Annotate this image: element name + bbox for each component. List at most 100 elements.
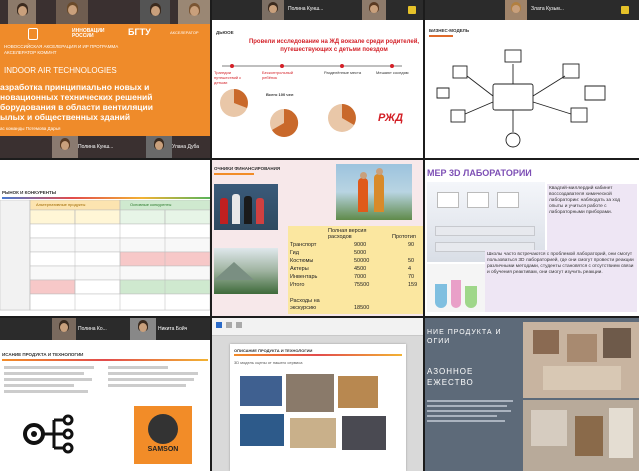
program-line: АКСЕЛЕРАТОР КОМИНТ [4,50,57,55]
step-label: Разделённые места [324,70,362,75]
finance-row-full: 50000 [354,258,370,264]
participant-name: Полина Ко... [78,326,107,332]
finance-row-label: Актеры [290,266,309,272]
webcam-feed [140,0,170,24]
team-line: ас команды Потемова Дарья [0,126,61,131]
finance-row-label: Костюмы [290,258,314,264]
webcam-feed [52,136,78,158]
bullet-list [4,366,100,406]
participant-tile-3[interactable]: Злата Кузьм... БИЗНЕС-МОДЕЛЬ [425,0,639,158]
camera-indicator-icon [408,6,416,14]
camera-strip: Полина Кунш... Улана Дуба [0,136,210,158]
lab-description: Квадгий-миллердий кабинет воссоздавателя… [547,184,637,250]
flask-image [427,264,485,312]
stat-label: Всего 100 чел [266,92,294,97]
photo-hikers [336,164,412,220]
camera-strip [0,0,210,24]
photo-dancers [214,184,278,230]
header-accent-bar [2,359,208,361]
header-accent-bar [2,197,210,199]
lab-problem: Школы часто встречаются с проблемой лабо… [485,250,637,312]
camera-strip: Злата Кузьм... [425,0,639,20]
participant-name: Полина Кунш... [288,6,324,12]
slide-canvas: ОПИСАНИЕ ПРОДУКТА И ТЕХНОЛОГИИ 3D модель… [230,344,406,471]
slide-header: БИЗНЕС-МОДЕЛЬ [429,28,470,33]
accelerator-logo: АКСЕЛЕРАТОР [170,30,199,35]
step-label: Трагедии путешествий с детьми [214,70,242,85]
finance-row-label: Транспорт [290,242,317,248]
slide-subtitle: 3D модель сцены от нашего сервиса [234,360,303,365]
finance-row-full: 75500 [354,282,370,288]
participant-name: Никита Бойч [158,326,188,332]
program-line: НОВОССИЙСКАЯ АКСЕЛЕРАЦИЯ И ИР ПРОГРАММА [4,44,119,49]
scene-render [338,376,378,408]
column-header: Альтернативные продукты [36,202,86,207]
architecture-render [523,322,639,398]
slide-header: МЕР 3D ЛАБОРАТОРИИ [427,168,532,178]
scene-render [240,376,282,406]
participant-name: Злата Кузьм... [531,6,564,12]
participant-tile-4[interactable]: РЫНОК И КОНКУРЕНТЫ Альтернативные продук… [0,160,210,316]
column-header: Основные конкуренты [130,202,172,207]
competitor-table [0,200,210,311]
scene-render [286,374,334,412]
samson-logo: SAMSON [134,406,192,464]
bullet-list [108,366,204,406]
bgtu-logo: БГТУ [128,27,151,37]
business-model-diagram [436,49,606,148]
camera-strip: Полина Кунш... [212,0,423,20]
participant-tile-1[interactable]: ИННОВАЦИИ РОССИИ БГТУ АКСЕЛЕРАТОР НОВОСС… [0,0,210,158]
finance-row-label: Инвентарь [290,274,318,280]
slide-logo-bar: ИННОВАЦИИ РОССИИ БГТУ АКСЕЛЕРАТОР [20,26,210,42]
webcam-feed [8,0,36,24]
participant-tile-7[interactable]: Полина Ко... Никита Бойч ИСАНИЕ ПРОДУКТА… [0,318,210,471]
participant-tile-2[interactable]: Полина Кунш... ДЬЮОЕ Провели исследовани… [212,0,423,158]
participant-tile-6[interactable]: МЕР 3D ЛАБОРАТОРИИ Квадгий-миллердий каб… [425,160,639,316]
participant-tile-8[interactable]: ОПИСАНИЕ ПРОДУКТА И ТЕХНОЛОГИИ 3D модель… [212,318,423,471]
step-label: Бесконтрольный ребёнок [262,70,294,80]
editor-toolbar [212,318,423,336]
scene-render [290,418,336,448]
slide-header: ИСАНИЕ ПРОДУКТА И ТЕХНОЛОГИИ [2,352,84,357]
participant-tile-9[interactable]: НИЕ ПРОДУКТА И ОГИИ АЗОННОЕ ЕЖЕСТВО [425,318,639,471]
finance-row-proto: 70 [408,274,415,280]
header-accent-bar [234,354,402,356]
webcam-feed [146,136,172,158]
webcam-feed [262,0,284,20]
finance-row-proto: 159 [408,282,418,288]
participant-name: Улана Дуба [172,144,200,150]
slide-header: ДЬЮОЕ [216,30,234,35]
participant-tile-5[interactable]: ОЧНИКИ ФИНАНСИРОВАНИЯ Полная версия расх… [212,160,423,316]
camera-strip: Полина Ко... Никита Бойч [0,318,210,340]
finance-row-full: 5000 [354,250,367,256]
finance-row-full: 7000 [354,274,367,280]
project-title: INDOOR AIR TECHNOLOGIES [4,66,117,75]
webcam-feed [362,0,386,20]
slide-subtitle: АЗОННОЕ ЕЖЕСТВО [427,367,474,387]
webcam-feed [52,318,76,340]
webcam-feed [178,0,210,24]
project-description: азработка принципиально новых и новацион… [0,82,153,122]
video-conference-grid: ИННОВАЦИИ РОССИИ БГТУ АКСЕЛЕРАТОР НОВОСС… [0,0,639,471]
slide-header: ОПИСАНИЕ ПРОДУКТА И ТЕХНОЛОГИИ [234,348,313,353]
webcam-feed [505,0,527,20]
finance-row-label: Гид [290,250,299,256]
finance-row-proto: 50 [408,258,415,264]
finance-row-label: Итого [290,282,305,288]
text-block [427,400,513,425]
participant-name: Полина Кунш... [78,144,114,150]
finance-table: Полная версия расходов Прототип Транспор… [288,226,423,314]
innovation-logo: ИННОВАЦИИ РОССИИ [72,28,105,39]
slide-header: РЫНОК И КОНКУРЕНТЫ [2,190,57,195]
camera-indicator-icon [621,6,629,14]
webcam-feed [130,318,156,340]
research-timeline [220,64,402,137]
slide-header: НИЕ ПРОДУКТА И ОГИИ [427,329,502,345]
webcam-feed [56,0,88,24]
scene-render [342,416,386,450]
scene-render [240,414,284,446]
finance-row-full: 4500 [354,266,367,272]
header-accent-bar [214,173,254,175]
emblem-icon [28,28,38,40]
finance-row-full: 9000 [354,242,367,248]
